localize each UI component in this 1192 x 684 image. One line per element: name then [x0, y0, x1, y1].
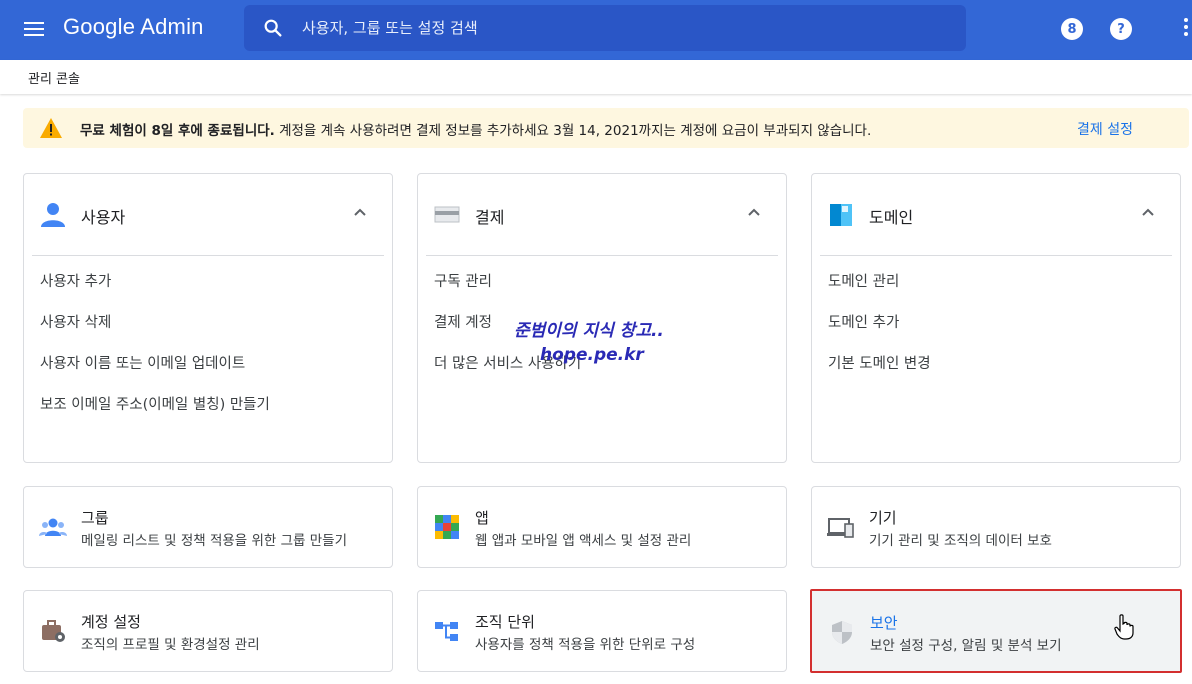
divider	[32, 255, 384, 256]
apps-card-title: 앱	[475, 509, 489, 527]
org-units-icon	[435, 622, 458, 641]
chevron-up-icon[interactable]	[1140, 204, 1156, 220]
security-card[interactable]: 보안 보안 설정 구성, 알림 및 분석 보기	[810, 589, 1182, 673]
account-settings-card[interactable]: 계정 설정 조직의 프로필 및 환경설정 관리	[23, 590, 393, 672]
google-admin-logo[interactable]: Google Admin	[63, 14, 204, 40]
users-card-title: 사용자	[81, 208, 126, 227]
devices-icon	[827, 518, 854, 538]
chevron-up-icon[interactable]	[352, 204, 368, 220]
search-input[interactable]	[302, 13, 942, 43]
users-card-header[interactable]: 사용자	[24, 174, 392, 256]
domains-card-title: 도메인	[869, 208, 914, 227]
domains-links: 도메인 관리 도메인 추가 기본 도메인 변경	[828, 270, 931, 393]
more-services-link[interactable]: 더 많은 서비스 사용하기	[434, 352, 581, 393]
billing-accounts-link[interactable]: 결제 계정	[434, 311, 581, 352]
domain-icon	[830, 204, 852, 226]
billing-links: 구독 관리 결제 계정 더 많은 서비스 사용하기	[434, 270, 581, 393]
change-primary-domain-link[interactable]: 기본 도메인 변경	[828, 352, 931, 393]
groups-icon	[39, 518, 67, 536]
top-app-bar: Google Admin 8 ?	[0, 0, 1192, 60]
banner-bold-text: 무료 체험이 8일 후에 종료됩니다.	[80, 123, 275, 139]
apps-icon	[435, 515, 459, 539]
billing-card-header[interactable]: 결제	[418, 174, 786, 256]
groups-card-title: 그룹	[81, 509, 109, 527]
domains-card-header[interactable]: 도메인	[812, 174, 1180, 256]
main-menu-icon[interactable]	[22, 18, 46, 42]
devices-card-title: 기기	[869, 509, 897, 527]
search-bar[interactable]	[244, 5, 966, 51]
org-units-card[interactable]: 조직 단위 사용자를 정책 적용을 위한 단위로 구성	[417, 590, 787, 672]
trial-banner: 무료 체험이 8일 후에 종료됩니다. 계정을 계속 사용하려면 결제 정보를 …	[23, 108, 1189, 148]
groups-card-desc: 메일링 리스트 및 정책 적용을 위한 그룹 만들기	[81, 533, 348, 549]
breadcrumb-bar: 관리 콘솔	[0, 60, 1192, 94]
groups-card[interactable]: 그룹 메일링 리스트 및 정책 적용을 위한 그룹 만들기	[23, 486, 393, 568]
update-user-link[interactable]: 사용자 이름 또는 이메일 업데이트	[40, 352, 270, 393]
person-icon	[41, 203, 65, 227]
users-links: 사용자 추가 사용자 삭제 사용자 이름 또는 이메일 업데이트 보조 이메일 …	[40, 270, 270, 434]
billing-settings-link[interactable]: 결제 설정	[1077, 119, 1133, 139]
breadcrumb[interactable]: 관리 콘솔	[28, 68, 80, 87]
warning-icon	[40, 118, 62, 138]
notification-count: 8	[1067, 21, 1077, 37]
devices-card[interactable]: 기기 기기 관리 및 조직의 데이터 보호	[811, 486, 1181, 568]
devices-card-desc: 기기 관리 및 조직의 데이터 보호	[869, 533, 1052, 549]
manage-domains-link[interactable]: 도메인 관리	[828, 270, 931, 311]
billing-card-title: 결제	[475, 208, 505, 227]
credit-card-icon	[434, 206, 460, 223]
help-label: ?	[1117, 21, 1125, 37]
help-icon[interactable]: ?	[1110, 18, 1132, 40]
users-card: 사용자 사용자 추가 사용자 삭제 사용자 이름 또는 이메일 업데이트 보조 …	[23, 173, 393, 463]
divider	[820, 255, 1172, 256]
domains-card: 도메인 도메인 관리 도메인 추가 기본 도메인 변경	[811, 173, 1181, 463]
add-domain-link[interactable]: 도메인 추가	[828, 311, 931, 352]
chevron-up-icon[interactable]	[746, 204, 762, 220]
org-units-card-desc: 사용자를 정책 적용을 위한 단위로 구성	[475, 637, 696, 653]
create-alias-link[interactable]: 보조 이메일 주소(이메일 별칭) 만들기	[40, 393, 270, 434]
notifications-icon[interactable]: 8	[1061, 18, 1083, 40]
banner-body-text: 계정을 계속 사용하려면 결제 정보를 추가하세요 3월 14, 2021까지는…	[274, 123, 872, 139]
apps-card-desc: 웹 앱과 모바일 앱 액세스 및 설정 관리	[475, 533, 692, 549]
banner-message: 무료 체험이 8일 후에 종료됩니다. 계정을 계속 사용하려면 결제 정보를 …	[80, 119, 871, 139]
add-user-link[interactable]: 사용자 추가	[40, 270, 270, 311]
divider	[426, 255, 778, 256]
security-card-title: 보안	[870, 614, 898, 632]
security-card-desc: 보안 설정 구성, 알림 및 분석 보기	[870, 638, 1062, 654]
billing-card: 결제 구독 관리 결제 계정 더 많은 서비스 사용하기	[417, 173, 787, 463]
account-settings-card-title: 계정 설정	[81, 613, 141, 631]
more-options-icon[interactable]	[1184, 18, 1190, 40]
account-settings-card-desc: 조직의 프로필 및 환경설정 관리	[81, 637, 260, 653]
delete-user-link[interactable]: 사용자 삭제	[40, 311, 270, 352]
briefcase-gear-icon	[42, 620, 65, 642]
org-units-card-title: 조직 단위	[475, 613, 535, 631]
shield-icon	[832, 621, 852, 644]
manage-subscriptions-link[interactable]: 구독 관리	[434, 270, 581, 311]
apps-card[interactable]: 앱 웹 앱과 모바일 앱 액세스 및 설정 관리	[417, 486, 787, 568]
search-icon[interactable]	[262, 17, 284, 39]
